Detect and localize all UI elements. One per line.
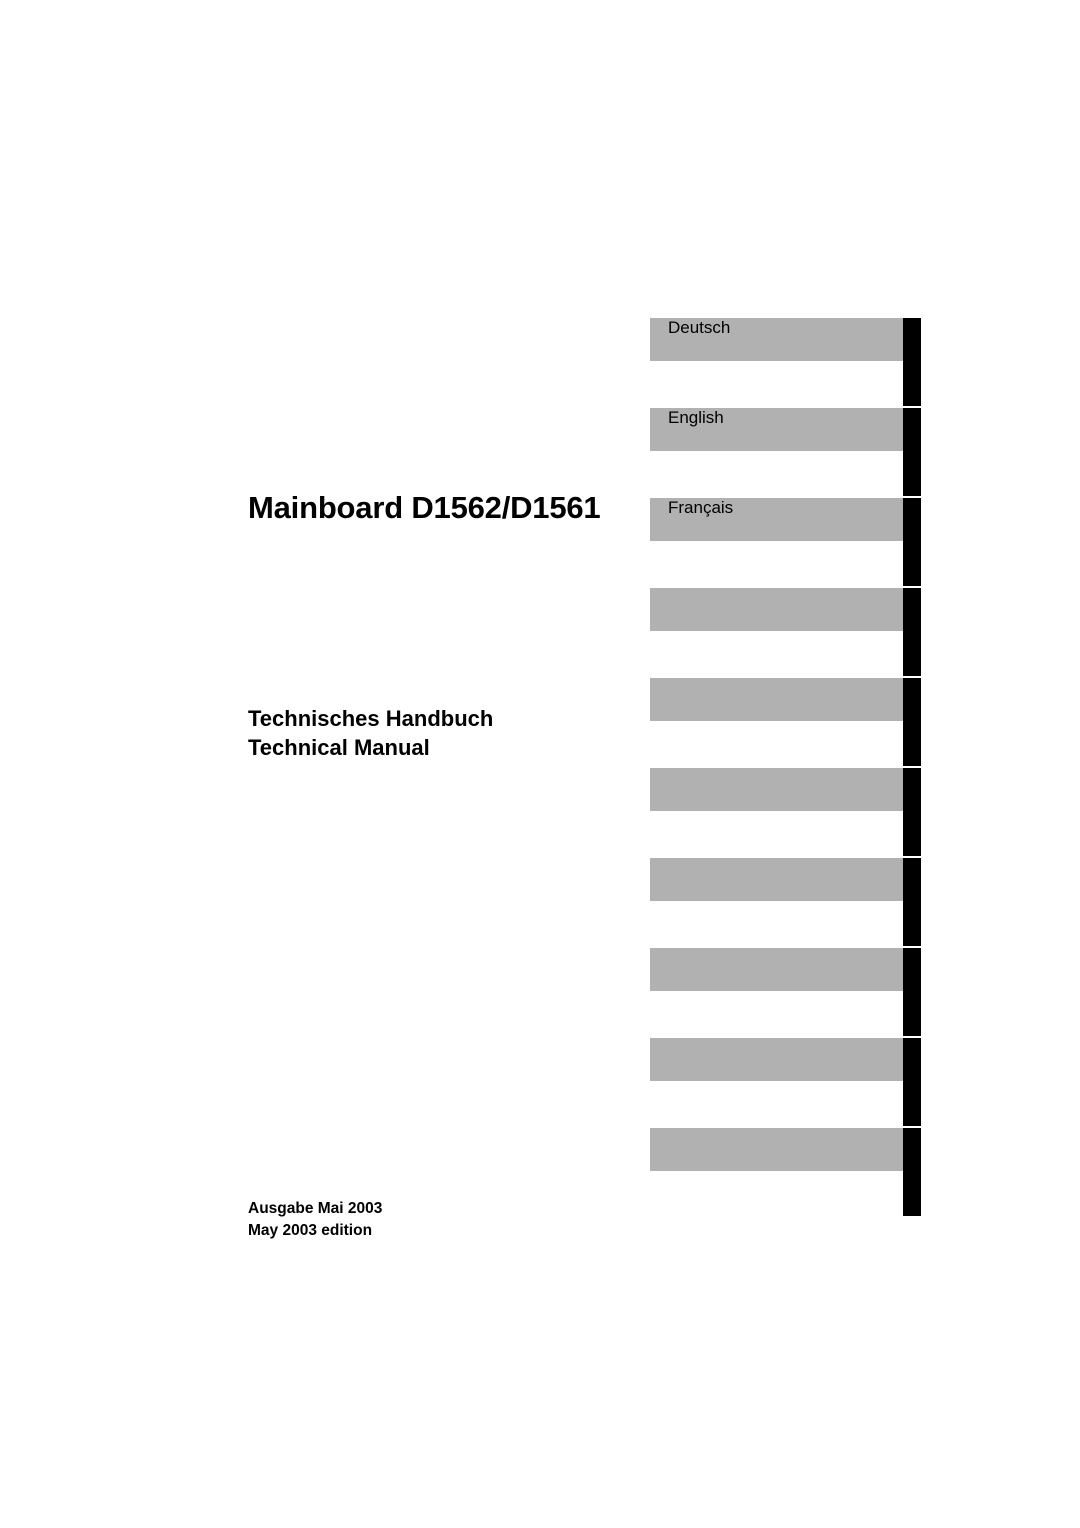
- tab-bar: [650, 678, 903, 721]
- tab-bar: [650, 588, 903, 631]
- document-title: Mainboard D1562/D1561: [248, 490, 601, 525]
- tab-5[interactable]: [650, 678, 921, 766]
- tab-bar: [650, 768, 903, 811]
- tab-bar: [650, 858, 903, 901]
- tab-label: Deutsch: [668, 318, 731, 337]
- edition-german: Ausgabe Mai 2003: [248, 1200, 383, 1217]
- tab-edge: [903, 1038, 921, 1126]
- tab-english[interactable]: English: [650, 408, 921, 496]
- tab-6[interactable]: [650, 768, 921, 856]
- tab-edge: [903, 318, 921, 406]
- subtitle-english: Technical Manual: [248, 735, 430, 760]
- tab-bar: [650, 1128, 903, 1171]
- tab-edge: [903, 768, 921, 856]
- tab-edge: [903, 1128, 921, 1216]
- tab-edge: [903, 948, 921, 1036]
- tab-edge: [903, 678, 921, 766]
- tab-label: Français: [668, 498, 734, 517]
- tab-deutsch[interactable]: Deutsch: [650, 318, 921, 406]
- edition-english: May 2003 edition: [248, 1222, 373, 1239]
- subtitle-german: Technisches Handbuch: [248, 706, 494, 731]
- tab-bar: [650, 948, 903, 991]
- tab-edge: [903, 408, 921, 496]
- tab-francais[interactable]: Français: [650, 498, 921, 586]
- edition-info: Ausgabe Mai 2003 May 2003 edition: [248, 1198, 382, 1242]
- document-subtitle: Technisches Handbuch Technical Manual: [248, 704, 493, 762]
- tab-bar: [650, 1038, 903, 1081]
- tab-label: English: [668, 408, 724, 427]
- tab-10[interactable]: [650, 1128, 921, 1216]
- tab-edge: [903, 588, 921, 676]
- tab-7[interactable]: [650, 858, 921, 946]
- tab-edge: [903, 858, 921, 946]
- tab-8[interactable]: [650, 948, 921, 1036]
- tab-9[interactable]: [650, 1038, 921, 1126]
- tab-edge: [903, 498, 921, 586]
- tab-4[interactable]: [650, 588, 921, 676]
